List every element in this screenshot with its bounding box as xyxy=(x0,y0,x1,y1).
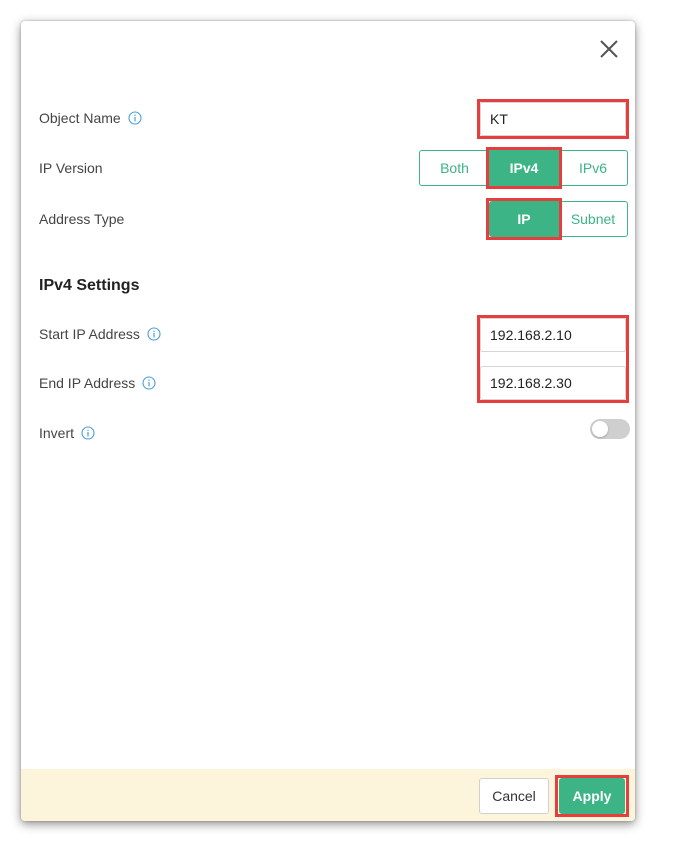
invert-toggle-knob xyxy=(592,421,608,437)
info-icon[interactable] xyxy=(128,111,142,125)
object-name-label-text: Object Name xyxy=(39,110,121,126)
object-name-label: Object Name xyxy=(39,108,142,128)
info-icon[interactable] xyxy=(147,327,161,341)
address-type-ip-option[interactable]: IP xyxy=(489,201,559,237)
start-ip-label-text: Start IP Address xyxy=(39,326,140,342)
end-ip-label: End IP Address xyxy=(39,373,156,393)
end-ip-input[interactable] xyxy=(480,366,626,400)
info-icon[interactable] xyxy=(81,426,95,440)
info-icon[interactable] xyxy=(142,376,156,390)
close-icon xyxy=(600,40,618,58)
ip-version-label-text: IP Version xyxy=(39,160,103,176)
end-ip-label-text: End IP Address xyxy=(39,375,136,391)
invert-toggle[interactable] xyxy=(590,419,630,439)
address-type-subnet-option[interactable]: Subnet xyxy=(558,201,628,237)
ipv4-settings-title: IPv4 Settings xyxy=(39,277,140,294)
dialog-footer: Cancel Apply xyxy=(21,769,635,821)
ip-version-both-option[interactable]: Both xyxy=(419,150,490,186)
ip-version-ipv4-option[interactable]: IPv4 xyxy=(489,150,559,186)
invert-label: Invert xyxy=(39,423,95,443)
start-ip-label: Start IP Address xyxy=(39,324,161,344)
cancel-button[interactable]: Cancel xyxy=(479,778,549,814)
object-dialog: Object Name IP Version Both IPv4 IPv6 Ad… xyxy=(21,21,635,821)
address-type-label-text: Address Type xyxy=(39,211,125,227)
object-name-input[interactable] xyxy=(480,102,626,136)
ip-version-ipv6-option[interactable]: IPv6 xyxy=(558,150,628,186)
invert-label-text: Invert xyxy=(39,425,75,441)
address-type-label: Address Type xyxy=(39,209,124,229)
ip-version-label: IP Version xyxy=(39,158,103,178)
close-button[interactable] xyxy=(597,37,621,61)
start-ip-input[interactable] xyxy=(480,318,626,352)
apply-button[interactable]: Apply xyxy=(559,778,625,814)
